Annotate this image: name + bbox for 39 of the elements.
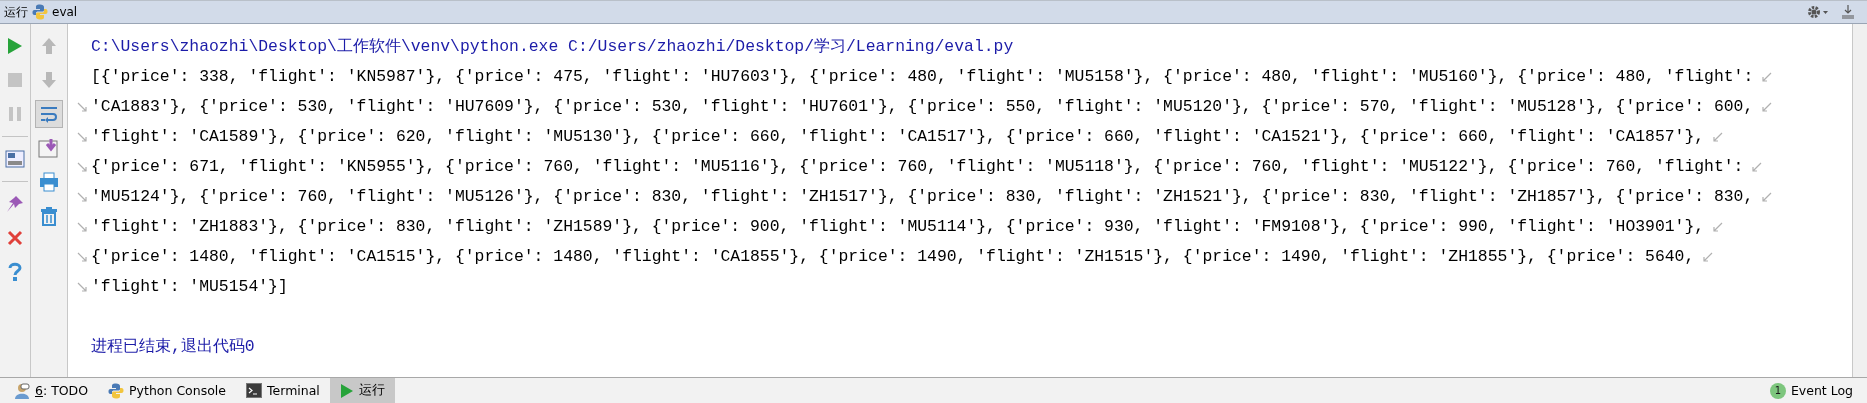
tool-window-tab[interactable]: 6: TODO <box>4 378 99 403</box>
up-arrow-icon <box>41 37 57 55</box>
console-line: [{'price': 338, 'flight': 'KN5987'}, {'price': 475, 'flight': 'HU7603'}, {'price': 480, 'flight': 'MU5158'}, {'price': 480, 'flight': 'MU5160'}, {'price': 480, 'flight': <box>91 66 1754 88</box>
console-line: 'CA1883'}, {'price': 530, 'flight': 'HU7609'}, {'price': 530, 'flight': 'HU7601'}, {'price': 550, 'flight': 'MU5120'}, {'price': 570, 'flight': 'MU5128'}, {'price': 600, <box>91 96 1754 118</box>
notification-count: 1 <box>1769 382 1786 399</box>
scroll-to-end-icon <box>38 138 60 158</box>
terminal-icon <box>246 383 262 398</box>
console-line: {'price': 671, 'flight': 'KN5955'}, {'price': 760, 'flight': 'MU5116'}, {'price': 760, 'flight': 'MU5118'}, {'price': 760, 'flight': 'MU5122'}, {'price': 760, 'flight': <box>91 156 1744 178</box>
console-line: 'flight': 'MU5154'}] <box>91 276 288 298</box>
run-icon <box>339 382 354 399</box>
tool-window-tab[interactable]: Terminal <box>236 378 330 403</box>
soft-wrap-icon <box>39 105 59 123</box>
run-config-tab[interactable]: eval <box>52 5 78 19</box>
run-icon <box>7 37 23 55</box>
toolbar-button[interactable] <box>35 100 63 128</box>
scrollbar[interactable] <box>1853 24 1867 377</box>
hide-icon[interactable] <box>1841 5 1855 19</box>
console-line: 进程已结束,退出代码0 <box>91 336 255 358</box>
console-line: {'price': 1480, 'flight': 'CA1515'}, {'price': 1480, 'flight': 'CA1855'}, {'price': 1490, 'flight': 'ZH1515'}, {'price': 1490, 'flight': 'ZH1855'}, {'price': 5640, <box>91 246 1695 268</box>
python-icon <box>32 4 48 20</box>
event-log-button[interactable]: 1 Event Log <box>1763 382 1859 399</box>
console-line: 'flight': 'ZH1883'}, {'price': 830, 'flight': 'ZH1589'}, {'price': 900, 'flight': 'MU5114'}, {'price': 930, 'flight': 'FM9108'}, {'price': 990, 'flight': 'HO3901'}, <box>91 216 1705 238</box>
tool-window-tab[interactable]: 运行 <box>329 378 395 403</box>
layout-icon <box>5 150 25 168</box>
python-icon <box>108 382 125 399</box>
person-icon <box>14 382 30 399</box>
help-icon <box>8 262 22 282</box>
console-line: 'flight': 'CA1589'}, {'price': 620, 'flight': 'MU5130'}, {'price': 660, 'flight': 'CA1517'}, {'price': 660, 'flight': 'CA1521'}, {'price': 660, 'flight': 'CA1857'}, <box>91 126 1705 148</box>
tool-window-title: 运行 <box>4 3 28 21</box>
settings-icon[interactable] <box>1807 5 1829 19</box>
tool-window-tab[interactable]: Python Console <box>98 378 236 403</box>
down-arrow-icon <box>41 71 57 89</box>
console-line: 'MU5124'}, {'price': 760, 'flight': 'MU5126'}, {'price': 830, 'flight': 'ZH1517'}, {'price': 830, 'flight': 'ZH1521'}, {'price': 830, 'flight': 'ZH1857'}, {'price': 830, <box>91 186 1754 208</box>
printer-icon <box>39 172 59 192</box>
close-icon <box>7 230 23 246</box>
console-line: C:\Users\zhaozhi\Desktop\工作软件\venv\python.exe C:/Users/zhaozhi/Desktop/学习/Learning/eval.py <box>91 36 1014 58</box>
trash-icon <box>40 206 58 226</box>
pause-icon <box>8 106 22 122</box>
stop-icon <box>7 72 23 88</box>
